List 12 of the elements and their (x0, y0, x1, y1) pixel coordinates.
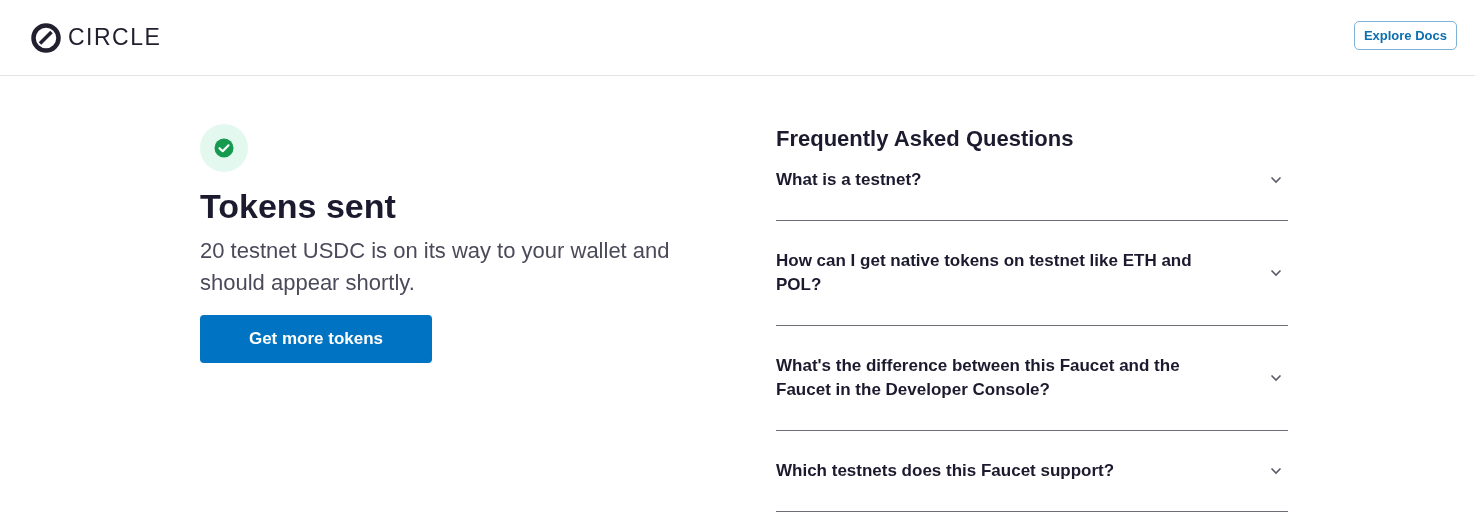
get-more-tokens-button[interactable]: Get more tokens (200, 314, 432, 363)
faq-question[interactable]: What's the difference between this Faucet and the Faucet in the Developer Console? (776, 326, 1288, 431)
faq-title: Frequently Asked Questions (776, 126, 1075, 152)
explore-docs-button[interactable]: Explore Docs (1353, 20, 1457, 50)
logo-icon (30, 21, 62, 54)
success-check-icon (200, 124, 248, 172)
status-title: Tokens sent (200, 186, 397, 227)
status-message: 20 testnet USDC is on its way to your wallet and should appear shortly. (200, 236, 671, 297)
faq-question[interactable]: Which testnets does this Faucet support? (776, 431, 1288, 512)
faq-question[interactable]: What is a testnet? (776, 152, 1288, 221)
logo-text: CIRCLE (68, 24, 162, 51)
faq-question[interactable]: How can I get native tokens on testnet like ETH and POL? (776, 221, 1288, 326)
